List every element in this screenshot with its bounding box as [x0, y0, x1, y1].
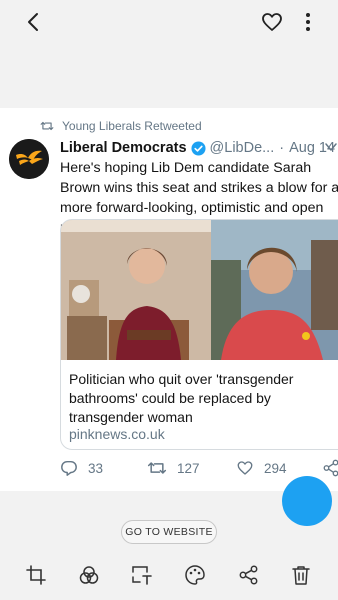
retweet-context-label: Young Liberals Retweeted — [62, 119, 202, 133]
verified-badge-icon — [191, 140, 206, 156]
crop-icon[interactable] — [25, 564, 47, 586]
link-card[interactable]: Politician who quit over 'transgender ba… — [60, 219, 338, 450]
heart-outline-icon[interactable] — [260, 10, 284, 34]
share-icon[interactable] — [238, 564, 260, 586]
filter-icon[interactable] — [78, 564, 100, 586]
retweet-context: Young Liberals Retweeted — [40, 118, 202, 134]
text-edit-icon[interactable] — [131, 564, 153, 586]
retweet-count: 127 — [177, 460, 200, 476]
share-tweet-button[interactable] — [322, 458, 338, 478]
retweet-icon — [40, 121, 54, 131]
reply-count: 33 — [88, 460, 104, 476]
reply-button[interactable]: 33 — [60, 458, 103, 478]
like-button[interactable]: 294 — [236, 458, 287, 478]
avatar[interactable] — [9, 139, 49, 179]
card-image — [61, 220, 338, 360]
tweet[interactable]: Young Liberals Retweeted Liberal Democra… — [0, 108, 338, 491]
lib-dem-bird-logo — [9, 139, 49, 179]
card-domain: pinknews.co.uk — [69, 426, 165, 442]
reply-icon — [61, 460, 77, 476]
app-top-bar — [0, 0, 338, 108]
tweet-actions: 33 127 294 — [0, 458, 338, 478]
more-vertical-icon[interactable] — [298, 10, 318, 34]
palette-icon[interactable] — [184, 564, 206, 586]
heart-icon — [237, 461, 253, 475]
compose-fab[interactable] — [282, 476, 332, 526]
like-count: 294 — [264, 460, 287, 476]
chevron-down-icon[interactable] — [324, 140, 338, 154]
share-icon — [323, 459, 338, 477]
author-handle[interactable]: @LibDe... — [210, 140, 275, 156]
card-title: Politician who quit over 'transgender ba… — [69, 371, 294, 425]
retweet-button[interactable]: 127 — [147, 458, 200, 478]
tweet-header: Liberal Democrats @LibDe... · Aug 14 — [60, 138, 338, 158]
retweet-icon — [147, 462, 167, 474]
trash-icon[interactable] — [290, 564, 312, 586]
separator-dot: · — [279, 140, 285, 156]
author-name[interactable]: Liberal Democrats — [60, 140, 187, 156]
chevron-left-icon[interactable] — [22, 10, 46, 34]
go-to-website-button[interactable]: GO TO WEBSITE — [121, 520, 217, 544]
